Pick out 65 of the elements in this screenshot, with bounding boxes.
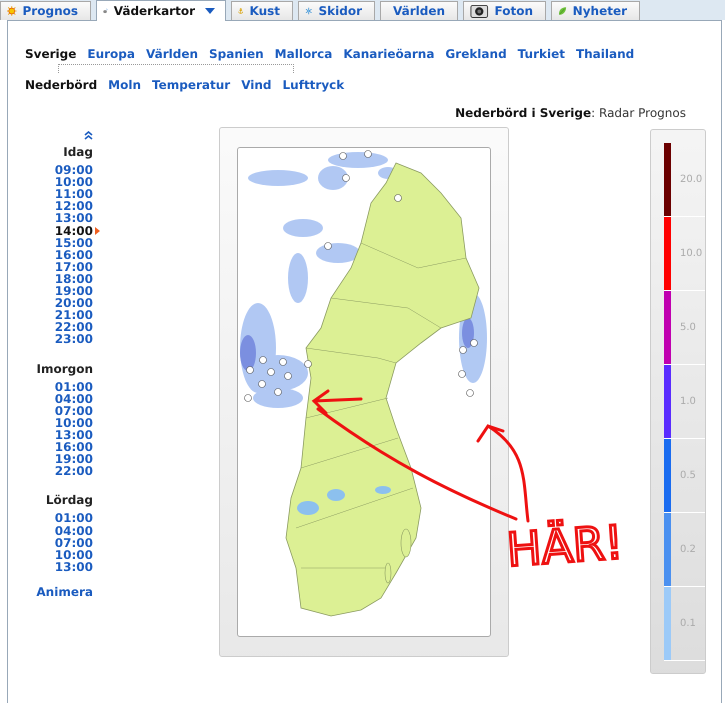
day-heading: Idag xyxy=(63,146,93,158)
legend-label: 10.0 xyxy=(680,248,702,259)
time-link[interactable]: 10:00 xyxy=(54,416,93,429)
day-heading: Imorgon xyxy=(36,362,93,375)
time-link[interactable]: 15:00 xyxy=(54,236,93,249)
time-link[interactable]: 10:00 xyxy=(54,176,93,188)
time-link[interactable]: 17:00 xyxy=(54,260,93,273)
region-link[interactable]: Kanarieöarna xyxy=(343,47,434,61)
time-link[interactable]: 09:00 xyxy=(54,164,93,176)
tab[interactable]: Kust xyxy=(231,1,293,20)
region-link[interactable]: Världen xyxy=(146,47,198,61)
region-link[interactable]: Thailand xyxy=(576,47,634,61)
camera-icon xyxy=(470,3,489,19)
time-link[interactable]: 19:00 xyxy=(54,285,93,298)
time-link[interactable]: 21:00 xyxy=(54,309,93,322)
handwritten-annotation: HÄR! xyxy=(505,514,625,577)
time-link[interactable]: 11:00 xyxy=(54,188,93,200)
region-link[interactable]: Europa xyxy=(87,47,135,61)
map-type-link[interactable]: Nederbörd xyxy=(25,78,98,92)
legend-label: 1.0 xyxy=(680,396,696,407)
time-link[interactable]: 04:00 xyxy=(54,524,93,537)
tab[interactable]: Foton xyxy=(463,1,546,20)
region-link[interactable]: Grekland xyxy=(445,47,507,61)
time-link[interactable]: 23:00 xyxy=(54,333,93,346)
time-link[interactable]: 16:00 xyxy=(54,248,93,261)
time-link[interactable]: 01:00 xyxy=(54,380,93,393)
map-type-link[interactable]: Moln xyxy=(108,78,142,92)
legend-label: 0.5 xyxy=(680,470,696,481)
tab[interactable]: Prognos xyxy=(0,1,91,20)
legend-label: 5.0 xyxy=(680,322,696,333)
time-link[interactable]: 16:00 xyxy=(54,441,93,454)
time-link[interactable]: 07:00 xyxy=(54,536,93,549)
time-link[interactable]: 22:00 xyxy=(54,465,93,478)
map-title: Nederbörd i Sverige: Radar Prognos xyxy=(455,106,686,120)
time-link[interactable]: 10:00 xyxy=(54,548,93,561)
time-link[interactable]: 12:00 xyxy=(54,200,93,212)
time-link[interactable]: 13:00 xyxy=(54,428,93,442)
tab[interactable]: Nyheter xyxy=(551,1,640,20)
region-link[interactable]: Mallorca xyxy=(274,47,332,61)
time-link[interactable]: 20:00 xyxy=(54,297,93,310)
map-type-link[interactable]: Lufttryck xyxy=(282,78,344,92)
map-type-link[interactable]: Vind xyxy=(241,78,272,92)
region-link[interactable]: Sverige xyxy=(25,47,76,61)
tab[interactable]: Väderkartor xyxy=(96,0,226,21)
region-link[interactable]: Spanien xyxy=(209,47,264,61)
time-link[interactable]: 14:00 xyxy=(54,224,93,237)
tab[interactable]: Skidor xyxy=(298,1,375,20)
sun-icon xyxy=(7,3,17,19)
time-link[interactable]: 13:00 xyxy=(54,212,93,225)
tab[interactable]: Världen xyxy=(380,1,458,20)
animate-link[interactable]: Animera xyxy=(36,586,93,598)
map-type-link[interactable]: Temperatur xyxy=(152,78,230,92)
time-link[interactable]: 07:00 xyxy=(54,404,93,417)
time-link[interactable]: 01:00 xyxy=(54,512,93,525)
region-link[interactable]: Turkiet xyxy=(518,47,565,61)
time-link[interactable]: 19:00 xyxy=(54,453,93,466)
chevron-up-icon[interactable] xyxy=(84,131,93,140)
legend-label: 20.0 xyxy=(680,174,702,185)
time-link[interactable]: 22:00 xyxy=(54,321,93,334)
current-time-marker-icon xyxy=(95,226,100,235)
legend-label: 0.2 xyxy=(680,544,696,555)
day-heading: Lördag xyxy=(46,494,93,506)
time-link[interactable]: 18:00 xyxy=(54,272,93,286)
time-link[interactable]: 04:00 xyxy=(54,392,93,405)
time-link[interactable]: 13:00 xyxy=(54,560,93,573)
